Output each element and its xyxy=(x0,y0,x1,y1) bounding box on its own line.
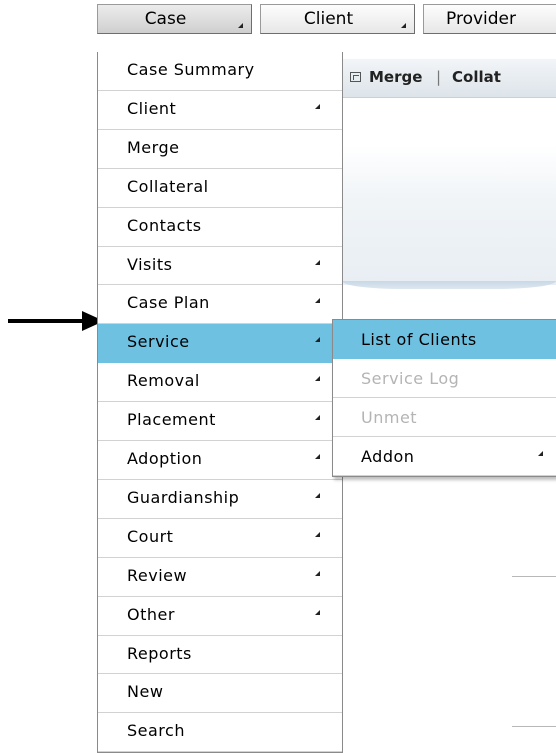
menu-item-service[interactable]: Service xyxy=(98,324,342,363)
submenu-arrow-icon xyxy=(315,376,320,381)
menu-item-label: Service xyxy=(127,332,190,351)
submenu-arrow-icon xyxy=(315,532,320,537)
menu-item-label: Review xyxy=(127,566,188,585)
submenu-item-label: Addon xyxy=(361,447,415,466)
submenu-arrow-icon xyxy=(315,104,320,109)
background-divider xyxy=(512,726,556,727)
menu-item-adoption[interactable]: Adoption xyxy=(98,441,342,480)
menu-item-client[interactable]: Client xyxy=(98,91,342,130)
submenu-item-service-log: Service Log xyxy=(333,359,556,398)
background-panel-edge xyxy=(342,281,556,289)
background-toolbar: Merge | Collat xyxy=(342,59,556,98)
menu-item-label: Guardianship xyxy=(127,488,240,507)
menu-item-label: Search xyxy=(127,721,185,740)
menu-item-merge[interactable]: Merge xyxy=(98,130,342,169)
menu-item-label: Adoption xyxy=(127,449,203,468)
submenu-arrow-icon xyxy=(315,493,320,498)
menu-item-label: Collateral xyxy=(127,177,209,196)
menu-item-label: Reports xyxy=(127,644,192,663)
background-panel xyxy=(342,145,556,285)
menu-item-label: New xyxy=(127,682,164,701)
menu-item-label: Client xyxy=(127,99,177,118)
submenu-arrow-icon xyxy=(315,454,320,459)
menu-item-review[interactable]: Review xyxy=(98,558,342,597)
menu-item-collateral[interactable]: Collateral xyxy=(98,169,342,208)
case-menu-label: Case xyxy=(144,9,187,29)
dropdown-corner-icon xyxy=(401,23,406,28)
menu-item-case-plan[interactable]: Case Plan xyxy=(98,285,342,324)
service-submenu: List of Clients Service Log Unmet Addon xyxy=(332,319,556,477)
document-icon xyxy=(350,72,361,82)
toolbar-separator: | xyxy=(436,68,442,86)
menu-item-case-summary[interactable]: Case Summary xyxy=(98,52,342,91)
submenu-item-label: Unmet xyxy=(361,408,418,427)
submenu-item-addon[interactable]: Addon xyxy=(333,437,556,476)
menu-item-new[interactable]: New xyxy=(98,674,342,713)
submenu-arrow-icon xyxy=(315,415,320,420)
case-dropdown-menu: Case Summary Client Merge Collateral Contact… xyxy=(97,52,343,753)
menu-item-contacts[interactable]: Contacts xyxy=(98,208,342,247)
submenu-item-label: List of Clients xyxy=(361,330,477,349)
submenu-arrow-icon xyxy=(315,298,320,303)
menu-item-placement[interactable]: Placement xyxy=(98,402,342,441)
arrow-shaft xyxy=(8,319,88,323)
submenu-item-unmet: Unmet xyxy=(333,398,556,437)
menu-item-visits[interactable]: Visits xyxy=(98,247,342,285)
background-divider xyxy=(512,576,556,577)
client-menu-label: Client xyxy=(303,9,354,29)
submenu-item-label: Service Log xyxy=(361,369,460,388)
menu-item-label: Contacts xyxy=(127,216,202,235)
submenu-arrow-icon xyxy=(315,260,320,265)
submenu-arrow-icon xyxy=(315,337,320,342)
menu-item-label: Merge xyxy=(127,138,180,157)
menu-item-label: Case Plan xyxy=(127,293,210,312)
menu-item-removal[interactable]: Removal xyxy=(98,363,342,402)
submenu-item-list-of-clients[interactable]: List of Clients xyxy=(333,320,556,359)
menu-item-other[interactable]: Other xyxy=(98,597,342,636)
menu-item-label: Visits xyxy=(127,255,173,274)
menu-item-search[interactable]: Search xyxy=(98,713,342,752)
toolbar-collateral-link[interactable]: Collat xyxy=(452,68,501,86)
menu-item-label: Placement xyxy=(127,410,216,429)
dropdown-corner-icon xyxy=(238,23,243,28)
menu-item-label: Other xyxy=(127,605,175,624)
case-menu-button[interactable]: Case xyxy=(97,4,252,34)
submenu-arrow-icon xyxy=(315,571,320,576)
provider-menu-label: Provider xyxy=(446,9,516,29)
menu-item-guardianship[interactable]: Guardianship xyxy=(98,480,342,519)
menu-item-label: Removal xyxy=(127,371,200,390)
menu-item-label: Court xyxy=(127,527,174,546)
client-menu-button[interactable]: Client xyxy=(260,4,415,34)
toolbar-merge-link[interactable]: Merge xyxy=(369,68,422,86)
menu-item-reports[interactable]: Reports xyxy=(98,636,342,674)
menu-item-court[interactable]: Court xyxy=(98,519,342,558)
top-menu-bar: Case Client Provider xyxy=(97,0,556,35)
submenu-arrow-icon xyxy=(538,451,543,456)
submenu-arrow-icon xyxy=(315,610,320,615)
menu-item-label: Case Summary xyxy=(127,60,255,79)
provider-menu-button[interactable]: Provider xyxy=(423,4,556,34)
